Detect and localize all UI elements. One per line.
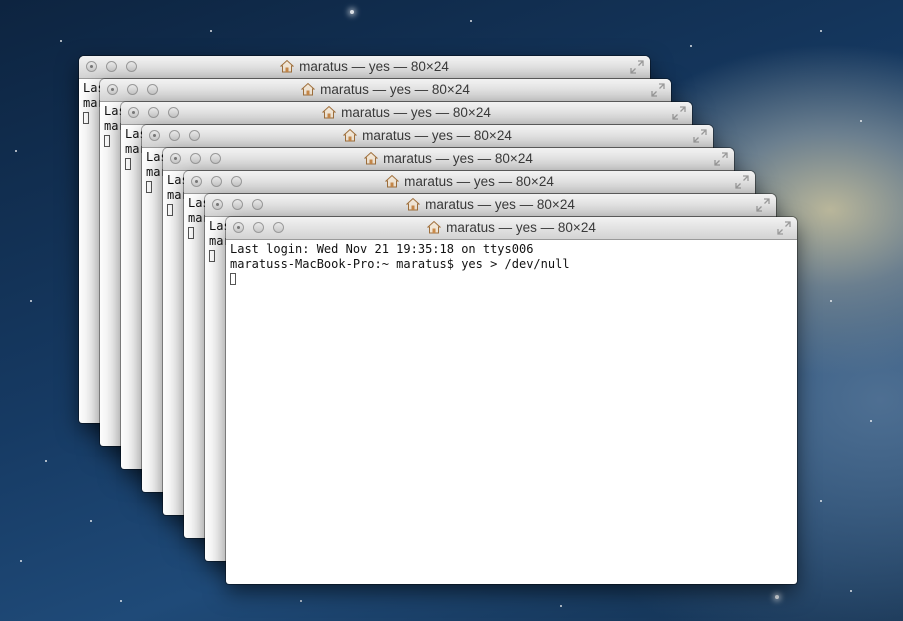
window-title: maratus — yes — 80×24 xyxy=(163,151,734,166)
star xyxy=(470,20,472,22)
star xyxy=(690,45,692,47)
window-title-text: maratus — yes — 80×24 xyxy=(362,128,512,143)
fullscreen-arrows-icon[interactable] xyxy=(672,106,686,120)
star xyxy=(860,120,862,122)
fullscreen-arrows-icon[interactable] xyxy=(756,198,770,212)
terminal-cursor xyxy=(188,227,194,239)
window-title: maratus — yes — 80×24 xyxy=(121,105,692,120)
window-titlebar[interactable]: maratus — yes — 80×24 xyxy=(184,171,755,194)
terminal-cursor xyxy=(125,158,131,170)
terminal-window[interactable]: maratus — yes — 80×24 Last login: Wed No… xyxy=(226,217,797,584)
star xyxy=(90,520,92,522)
fullscreen-arrows-icon[interactable] xyxy=(630,60,644,74)
home-folder-icon xyxy=(343,128,358,142)
star xyxy=(20,560,22,562)
terminal-cursor xyxy=(83,112,89,124)
fullscreen-arrows-icon[interactable] xyxy=(777,221,791,235)
star xyxy=(210,30,212,32)
fullscreen-arrows-icon[interactable] xyxy=(693,129,707,143)
terminal-content[interactable]: Last login: Wed Nov 21 19:35:18 on ttys0… xyxy=(226,240,797,289)
home-folder-icon xyxy=(406,197,421,211)
last-login-line: Last login: Wed Nov 21 19:35:18 on ttys0… xyxy=(230,242,534,256)
home-folder-icon xyxy=(301,82,316,96)
home-folder-icon xyxy=(385,174,400,188)
terminal-cursor xyxy=(167,204,173,216)
window-titlebar[interactable]: maratus — yes — 80×24 xyxy=(142,125,713,148)
star xyxy=(45,460,47,462)
window-title: maratus — yes — 80×24 xyxy=(79,59,650,74)
star xyxy=(120,600,122,602)
command-line: maratuss-MacBook-Pro:~ maratus$ yes > /d… xyxy=(230,257,570,271)
window-title-text: maratus — yes — 80×24 xyxy=(425,197,575,212)
star xyxy=(870,420,872,422)
window-title-text: maratus — yes — 80×24 xyxy=(383,151,533,166)
window-title-text: maratus — yes — 80×24 xyxy=(404,174,554,189)
window-title-text: maratus — yes — 80×24 xyxy=(341,105,491,120)
window-title: maratus — yes — 80×24 xyxy=(184,174,755,189)
home-folder-icon xyxy=(427,220,442,234)
terminal-cursor xyxy=(230,273,236,285)
home-folder-icon xyxy=(364,151,379,165)
window-title: maratus — yes — 80×24 xyxy=(100,82,671,97)
star xyxy=(300,600,302,602)
window-titlebar[interactable]: maratus — yes — 80×24 xyxy=(100,79,671,102)
star xyxy=(560,605,562,607)
window-titlebar[interactable]: maratus — yes — 80×24 xyxy=(121,102,692,125)
fullscreen-arrows-icon[interactable] xyxy=(651,83,665,97)
star xyxy=(830,300,832,302)
terminal-cursor xyxy=(209,250,215,262)
window-titlebar[interactable]: maratus — yes — 80×24 xyxy=(79,56,650,79)
window-titlebar[interactable]: maratus — yes — 80×24 xyxy=(226,217,797,240)
star xyxy=(60,40,62,42)
terminal-cursor xyxy=(104,135,110,147)
star xyxy=(820,30,822,32)
star xyxy=(350,10,354,14)
star xyxy=(775,595,779,599)
home-folder-icon xyxy=(280,59,295,73)
terminal-cursor xyxy=(146,181,152,193)
window-title-text: maratus — yes — 80×24 xyxy=(320,82,470,97)
fullscreen-arrows-icon[interactable] xyxy=(735,175,749,189)
window-titlebar[interactable]: maratus — yes — 80×24 xyxy=(205,194,776,217)
window-title: maratus — yes — 80×24 xyxy=(226,220,797,235)
window-title: maratus — yes — 80×24 xyxy=(205,197,776,212)
window-titlebar[interactable]: maratus — yes — 80×24 xyxy=(163,148,734,171)
star xyxy=(820,500,822,502)
window-title: maratus — yes — 80×24 xyxy=(142,128,713,143)
star xyxy=(30,300,32,302)
home-folder-icon xyxy=(322,105,337,119)
window-title-text: maratus — yes — 80×24 xyxy=(446,220,596,235)
window-title-text: maratus — yes — 80×24 xyxy=(299,59,449,74)
star xyxy=(850,590,852,592)
fullscreen-arrows-icon[interactable] xyxy=(714,152,728,166)
star xyxy=(15,150,17,152)
